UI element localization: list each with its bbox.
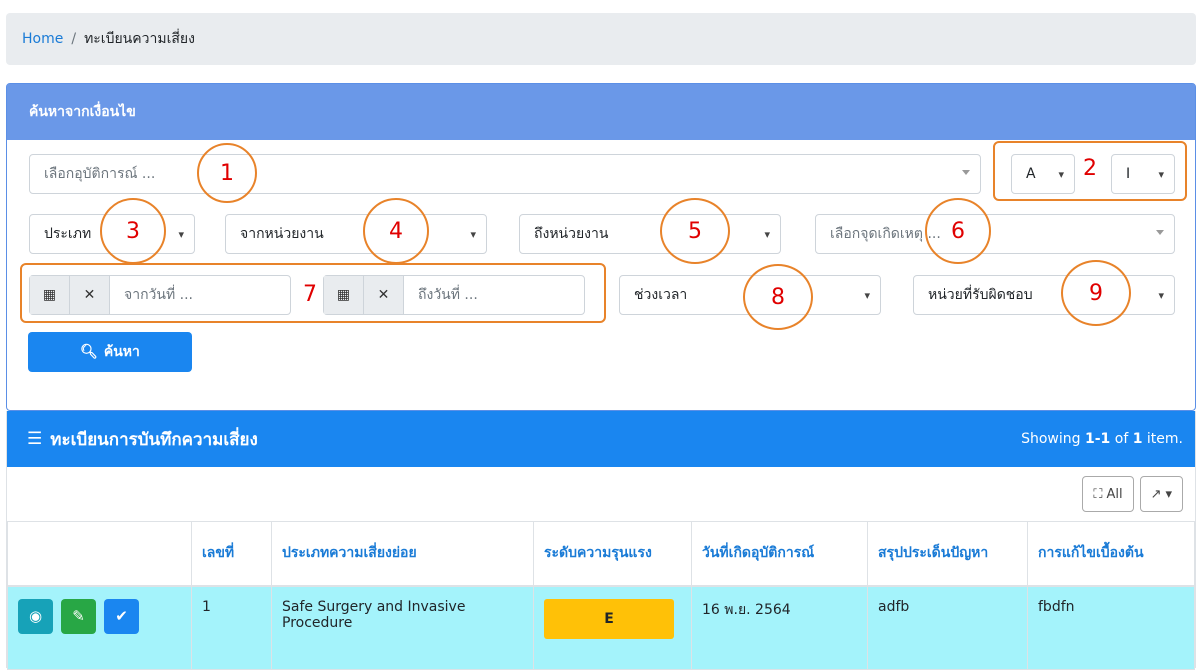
register-title: ☰ ทะเบียนการบันทึกความเสี่ยง — [27, 426, 258, 453]
breadcrumb: Home / ทะเบียนความเสี่ยง — [6, 13, 1196, 65]
check-icon: ✔ — [115, 607, 128, 625]
column-header-date[interactable]: วันที่เกิดอุบัติการณ์ — [691, 521, 868, 587]
responsible-unit-value: หน่วยที่รับผิดชอบ — [928, 287, 1033, 303]
show-all-label: All — [1106, 486, 1123, 502]
incident-select[interactable]: เลือกอุบัติการณ์ ... — [29, 154, 981, 194]
column-header-issue[interactable]: สรุปประเด็นปัญหา — [867, 521, 1028, 587]
annotation-5: 5 — [660, 198, 730, 264]
breadcrumb-current: ทะเบียนความเสี่ยง — [84, 31, 195, 47]
summary-range: 1-1 — [1085, 431, 1111, 447]
chevron-down-icon: ▾ — [764, 228, 770, 241]
chevron-down-icon: ▾ — [178, 228, 184, 241]
annotation-2: 2 — [1083, 156, 1097, 181]
type-select-value: ประเภท — [44, 226, 92, 242]
approve-button[interactable]: ✔ — [104, 598, 139, 634]
annotation-9: 9 — [1061, 260, 1131, 326]
annotation-7: 7 — [303, 282, 317, 307]
register-panel: ☰ ทะเบียนการบันทึกความเสี่ยง Showing 1-1… — [6, 411, 1196, 670]
column-header-no[interactable]: เลขที่ — [191, 521, 272, 587]
summary-suffix: item. — [1146, 431, 1183, 447]
register-header: ☰ ทะเบียนการบันทึกความเสี่ยง Showing 1-1… — [7, 411, 1195, 467]
search-icon: 🔍︎ — [80, 344, 98, 360]
annotation-4: 4 — [363, 198, 429, 264]
dropdown-arrow-icon — [1156, 230, 1164, 235]
view-button[interactable]: ◉ — [18, 598, 53, 634]
to-unit-value: ถึงหน่วยงาน — [534, 226, 609, 242]
summary-prefix: Showing — [1021, 431, 1081, 447]
list-icon: ☰ — [27, 429, 43, 449]
table-header-row: เลขที่ ประเภทความเสี่ยงย่อย ระดับความรุน… — [7, 521, 1195, 587]
search-button[interactable]: 🔍︎ ค้นหา — [28, 332, 192, 372]
edit-icon: ✎ — [72, 607, 85, 625]
show-all-button[interactable]: ⛶ All — [1082, 476, 1134, 512]
table-toolbar: ⛶ All ↗ ▾ — [1082, 476, 1183, 512]
to-unit-select[interactable]: ถึงหน่วยงาน ▾ — [519, 214, 781, 254]
register-summary: Showing 1-1 of 1 item. — [1021, 431, 1183, 447]
location-select[interactable]: เลือกจุดเกิดเหตุ ... — [815, 214, 1175, 254]
column-header-subtype[interactable]: ประเภทความเสี่ยงย่อย — [271, 521, 534, 587]
edit-button[interactable]: ✎ — [61, 598, 96, 634]
cell-subtype: Safe Surgery and Invasive Procedure — [271, 585, 534, 670]
breadcrumb-home-link[interactable]: Home — [22, 31, 63, 47]
register-title-text: ทะเบียนการบันทึกความเสี่ยง — [50, 429, 258, 450]
eye-icon: ◉ — [28, 607, 43, 625]
search-panel-title: ค้นหาจากเงื่อนไข — [7, 84, 1195, 140]
chevron-down-icon: ▾ — [470, 228, 476, 241]
annotation-6: 6 — [925, 198, 991, 264]
expand-icon: ⛶ — [1093, 486, 1103, 502]
cell-no: 1 — [191, 585, 272, 670]
column-header-severity[interactable]: ระดับความรุนแรง — [533, 521, 692, 587]
annotation-3: 3 — [100, 198, 166, 264]
cell-severity: E — [533, 585, 692, 670]
severity-badge: E — [544, 598, 674, 639]
cell-date: 16 พ.ย. 2564 — [691, 585, 868, 670]
caret-down-icon: ▾ — [1165, 486, 1172, 502]
register-table: เลขที่ ประเภทความเสี่ยงย่อย ระดับความรุน… — [7, 521, 1195, 670]
column-header-actions — [7, 521, 192, 587]
from-unit-select[interactable]: จากหน่วยงาน ▾ — [225, 214, 487, 254]
responsible-unit-select[interactable]: หน่วยที่รับผิดชอบ ▾ — [913, 275, 1175, 315]
cell-fix: fbdfn — [1027, 585, 1195, 670]
annotation-8: 8 — [743, 264, 813, 330]
row-actions: ◉ ✎ ✔ — [7, 585, 192, 670]
export-button[interactable]: ↗ ▾ — [1139, 476, 1183, 512]
chevron-down-icon: ▾ — [1158, 289, 1164, 302]
chevron-down-icon: ▾ — [864, 289, 870, 302]
dropdown-arrow-icon — [962, 170, 970, 175]
breadcrumb-separator: / — [71, 31, 77, 47]
summary-of: of — [1114, 431, 1129, 447]
cell-issue: adfb — [867, 585, 1028, 670]
column-header-fix[interactable]: การแก้ไขเบื้องต้น — [1027, 521, 1195, 587]
export-icon: ↗ — [1150, 486, 1162, 502]
period-value: ช่วงเวลา — [634, 287, 688, 303]
incident-select-label: เลือกอุบัติการณ์ ... — [44, 166, 156, 182]
summary-total: 1 — [1132, 431, 1143, 447]
table-row: ◉ ✎ ✔ 1 Safe Surgery and Invasive Proced… — [7, 585, 1195, 670]
search-button-label: ค้นหา — [103, 344, 140, 360]
from-unit-value: จากหน่วยงาน — [240, 226, 324, 242]
annotation-1: 1 — [197, 143, 257, 203]
